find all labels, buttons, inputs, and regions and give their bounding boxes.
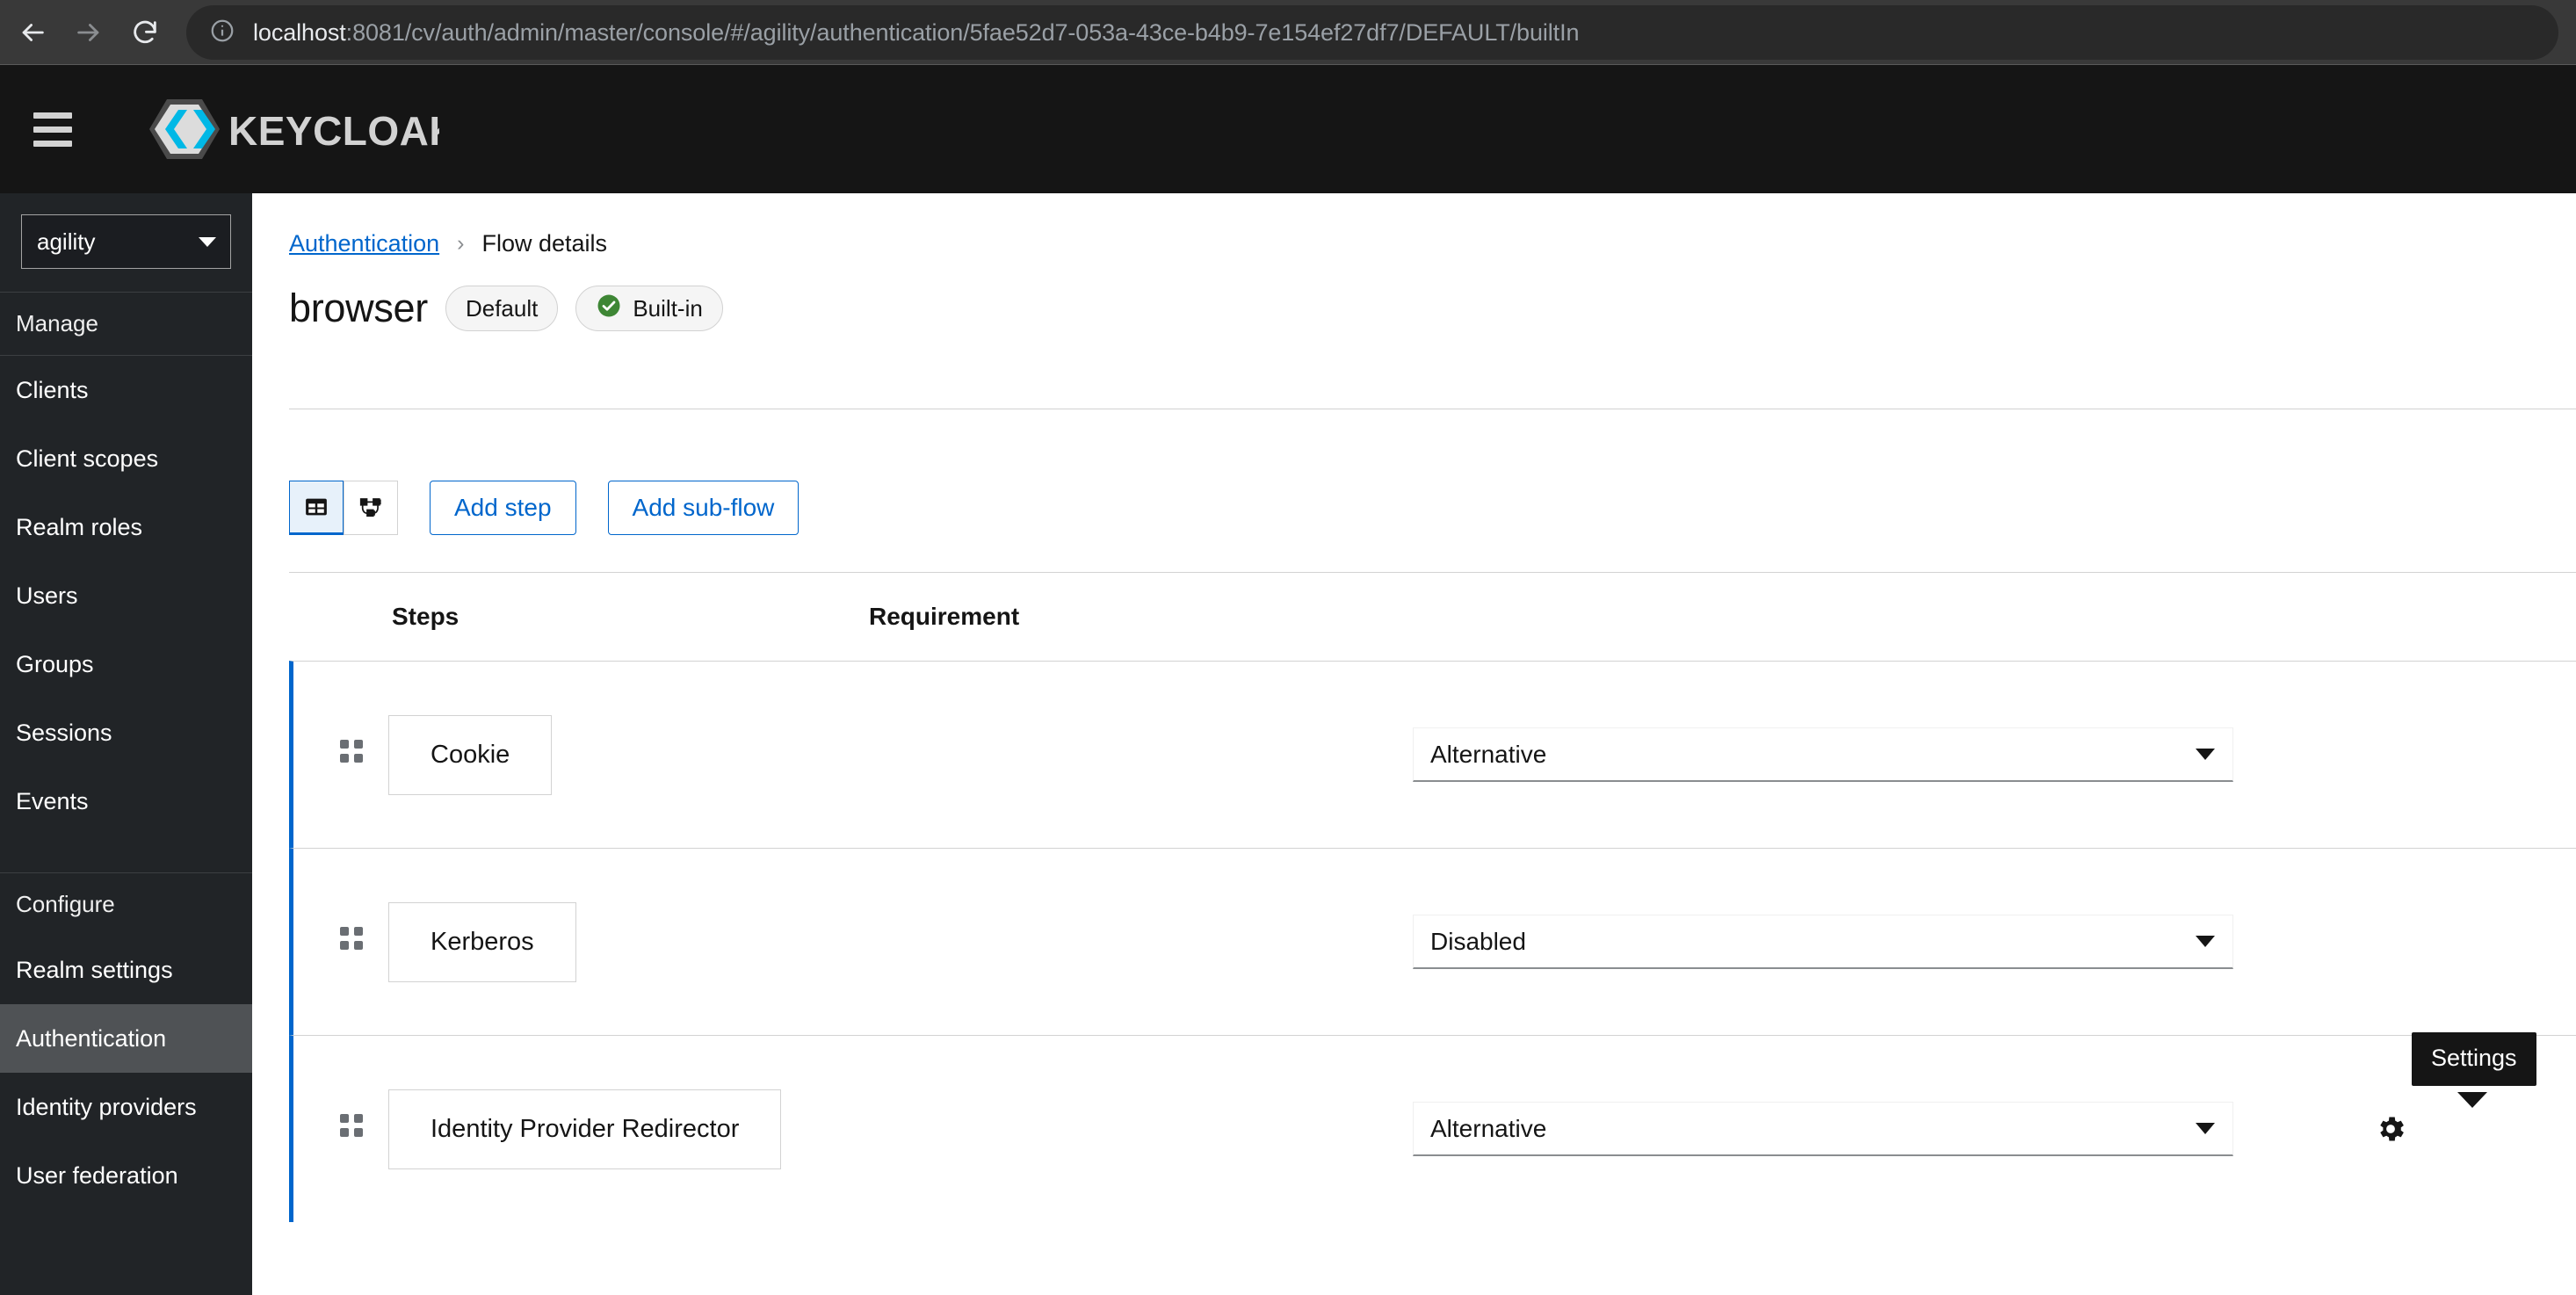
hamburger-menu-icon[interactable] (19, 96, 86, 163)
steps-table-header: Steps Requirement (289, 572, 2576, 661)
table-row: Kerberos Disabled (289, 848, 2576, 1035)
step-name-label: Identity Provider Redirector (431, 1114, 740, 1143)
sidebar-item-groups[interactable]: Groups (0, 630, 252, 698)
drag-handle-icon[interactable] (340, 740, 363, 770)
add-subflow-button[interactable]: Add sub-flow (607, 481, 800, 535)
table-row: Identity Provider Redirector Alternative (289, 1035, 2576, 1222)
sidebar-item-events[interactable]: Events (0, 767, 252, 836)
step-name-label: Cookie (431, 740, 510, 769)
view-toggle-group (289, 481, 398, 535)
url-bar[interactable]: localhost:8081/cv/auth/admin/master/cons… (186, 5, 2558, 60)
column-header-steps: Steps (392, 602, 459, 630)
step-name-label: Kerberos (431, 927, 534, 956)
sidebar-item-users[interactable]: Users (0, 561, 252, 630)
chip-built-in-label: Built-in (633, 294, 703, 322)
breadcrumb-current: Flow details (481, 230, 608, 257)
gear-icon (2374, 1112, 2407, 1146)
column-header-requirement: Requirement (869, 602, 1020, 630)
requirement-select[interactable]: Alternative (1413, 1102, 2233, 1156)
diagram-view-toggle[interactable] (344, 481, 398, 535)
realm-selector-value: agility (37, 228, 96, 255)
sidebar-item-label: Identity providers (16, 1093, 197, 1120)
chip-default-label: Default (465, 294, 539, 322)
forward-arrow-icon (74, 18, 104, 47)
sidebar-item-label: Clients (16, 376, 89, 403)
keycloak-logo[interactable]: KEYCLOAK (141, 96, 439, 163)
steps-table-body: Cookie Alternative Kerberos Disabled Identit… (289, 661, 2576, 1222)
toolbar: Add step Add sub-flow (289, 481, 800, 535)
chevron-down-icon (2196, 749, 2215, 760)
step-name-box: Identity Provider Redirector (388, 1089, 782, 1169)
drag-handle-icon[interactable] (340, 927, 363, 957)
chevron-down-icon (2196, 1123, 2215, 1134)
site-info-icon[interactable] (209, 18, 235, 48)
sidebar-section-title-manage: Manage (0, 292, 252, 356)
page-header: Authentication › Flow details browser De… (252, 193, 2576, 331)
main-content: Authentication › Flow details browser De… (252, 193, 2576, 1295)
sidebar-group-spacer (0, 836, 252, 872)
sidebar-nav: Manage Clients Client scopes Realm roles Use… (0, 292, 252, 1210)
step-name-box: Cookie (388, 714, 553, 795)
forward-button[interactable] (65, 9, 112, 56)
url-host: localhost (253, 18, 346, 46)
requirement-select[interactable]: Alternative (1413, 727, 2233, 782)
settings-tooltip-arrow (2457, 1092, 2487, 1108)
reload-icon (130, 18, 160, 47)
requirement-select-value: Disabled (1430, 927, 1526, 955)
sidebar-item-clients[interactable]: Clients (0, 356, 252, 424)
back-arrow-icon (18, 18, 47, 47)
masthead: KEYCLOAK (0, 65, 2576, 193)
requirement-select[interactable]: Disabled (1413, 915, 2233, 969)
table-view-toggle[interactable] (289, 481, 344, 535)
settings-tooltip: Settings (2412, 1032, 2536, 1086)
page-title: browser (289, 286, 428, 330)
add-step-button[interactable]: Add step (430, 481, 576, 535)
settings-gear-button[interactable] (2367, 1105, 2414, 1153)
requirement-select-value: Alternative (1430, 1114, 1547, 1142)
sidebar-item-sessions[interactable]: Sessions (0, 698, 252, 767)
sidebar-item-label: Users (16, 582, 78, 609)
chevron-down-icon (199, 236, 216, 247)
drag-handle-icon[interactable] (340, 1114, 363, 1144)
keycloak-logo-icon: KEYCLOAK (141, 96, 439, 163)
sidebar-section-title-configure: Configure (0, 872, 252, 936)
chevron-down-icon (2196, 936, 2215, 947)
sidebar-item-realm-roles[interactable]: Realm roles (0, 493, 252, 561)
browser-chrome: localhost:8081/cv/auth/admin/master/cons… (0, 0, 2576, 65)
url-text: localhost:8081/cv/auth/admin/master/cons… (253, 19, 1579, 47)
step-name-box: Kerberos (388, 901, 576, 982)
chip-built-in: Built-in (575, 286, 723, 331)
table-row: Cookie Alternative (289, 661, 2576, 848)
check-circle-icon (596, 293, 622, 325)
realm-selector[interactable]: agility (21, 214, 231, 269)
chip-default: Default (445, 286, 559, 331)
breadcrumb-link-authentication[interactable]: Authentication (289, 230, 439, 257)
back-button[interactable] (9, 9, 56, 56)
topology-diagram-icon (358, 495, 384, 521)
url-path: :8081/cv/auth/admin/master/console/#/agi… (345, 18, 1580, 46)
sidebar-item-authentication[interactable]: Authentication (0, 1004, 252, 1073)
requirement-select-value: Alternative (1430, 740, 1547, 768)
sidebar-item-label: Client scopes (16, 445, 159, 472)
title-row: browser Default Built-in (289, 286, 2576, 331)
sidebar-item-label: User federation (16, 1161, 178, 1189)
sidebar-item-label: Authentication (16, 1024, 167, 1052)
steps-table: Steps Requirement Cookie Alternative Kerbe… (289, 572, 2576, 1222)
sidebar-item-label: Groups (16, 650, 94, 677)
sidebar-item-label: Realm roles (16, 513, 143, 540)
sidebar: agility Manage Clients Client scopes Realm … (0, 193, 252, 1295)
breadcrumb: Authentication › Flow details (289, 230, 2576, 257)
reload-button[interactable] (121, 9, 169, 56)
sidebar-item-label: Events (16, 787, 89, 814)
sidebar-item-label: Sessions (16, 719, 112, 746)
sidebar-item-client-scopes[interactable]: Client scopes (0, 424, 252, 493)
breadcrumb-separator-icon: › (457, 231, 465, 256)
realm-selector-wrap: agility (0, 193, 252, 292)
sidebar-item-user-federation[interactable]: User federation (0, 1141, 252, 1210)
sidebar-item-identity-providers[interactable]: Identity providers (0, 1073, 252, 1141)
sidebar-item-realm-settings[interactable]: Realm settings (0, 936, 252, 1004)
svg-text:KEYCLOAK: KEYCLOAK (228, 108, 439, 154)
sidebar-item-label: Realm settings (16, 956, 173, 983)
table-view-icon (303, 494, 329, 520)
